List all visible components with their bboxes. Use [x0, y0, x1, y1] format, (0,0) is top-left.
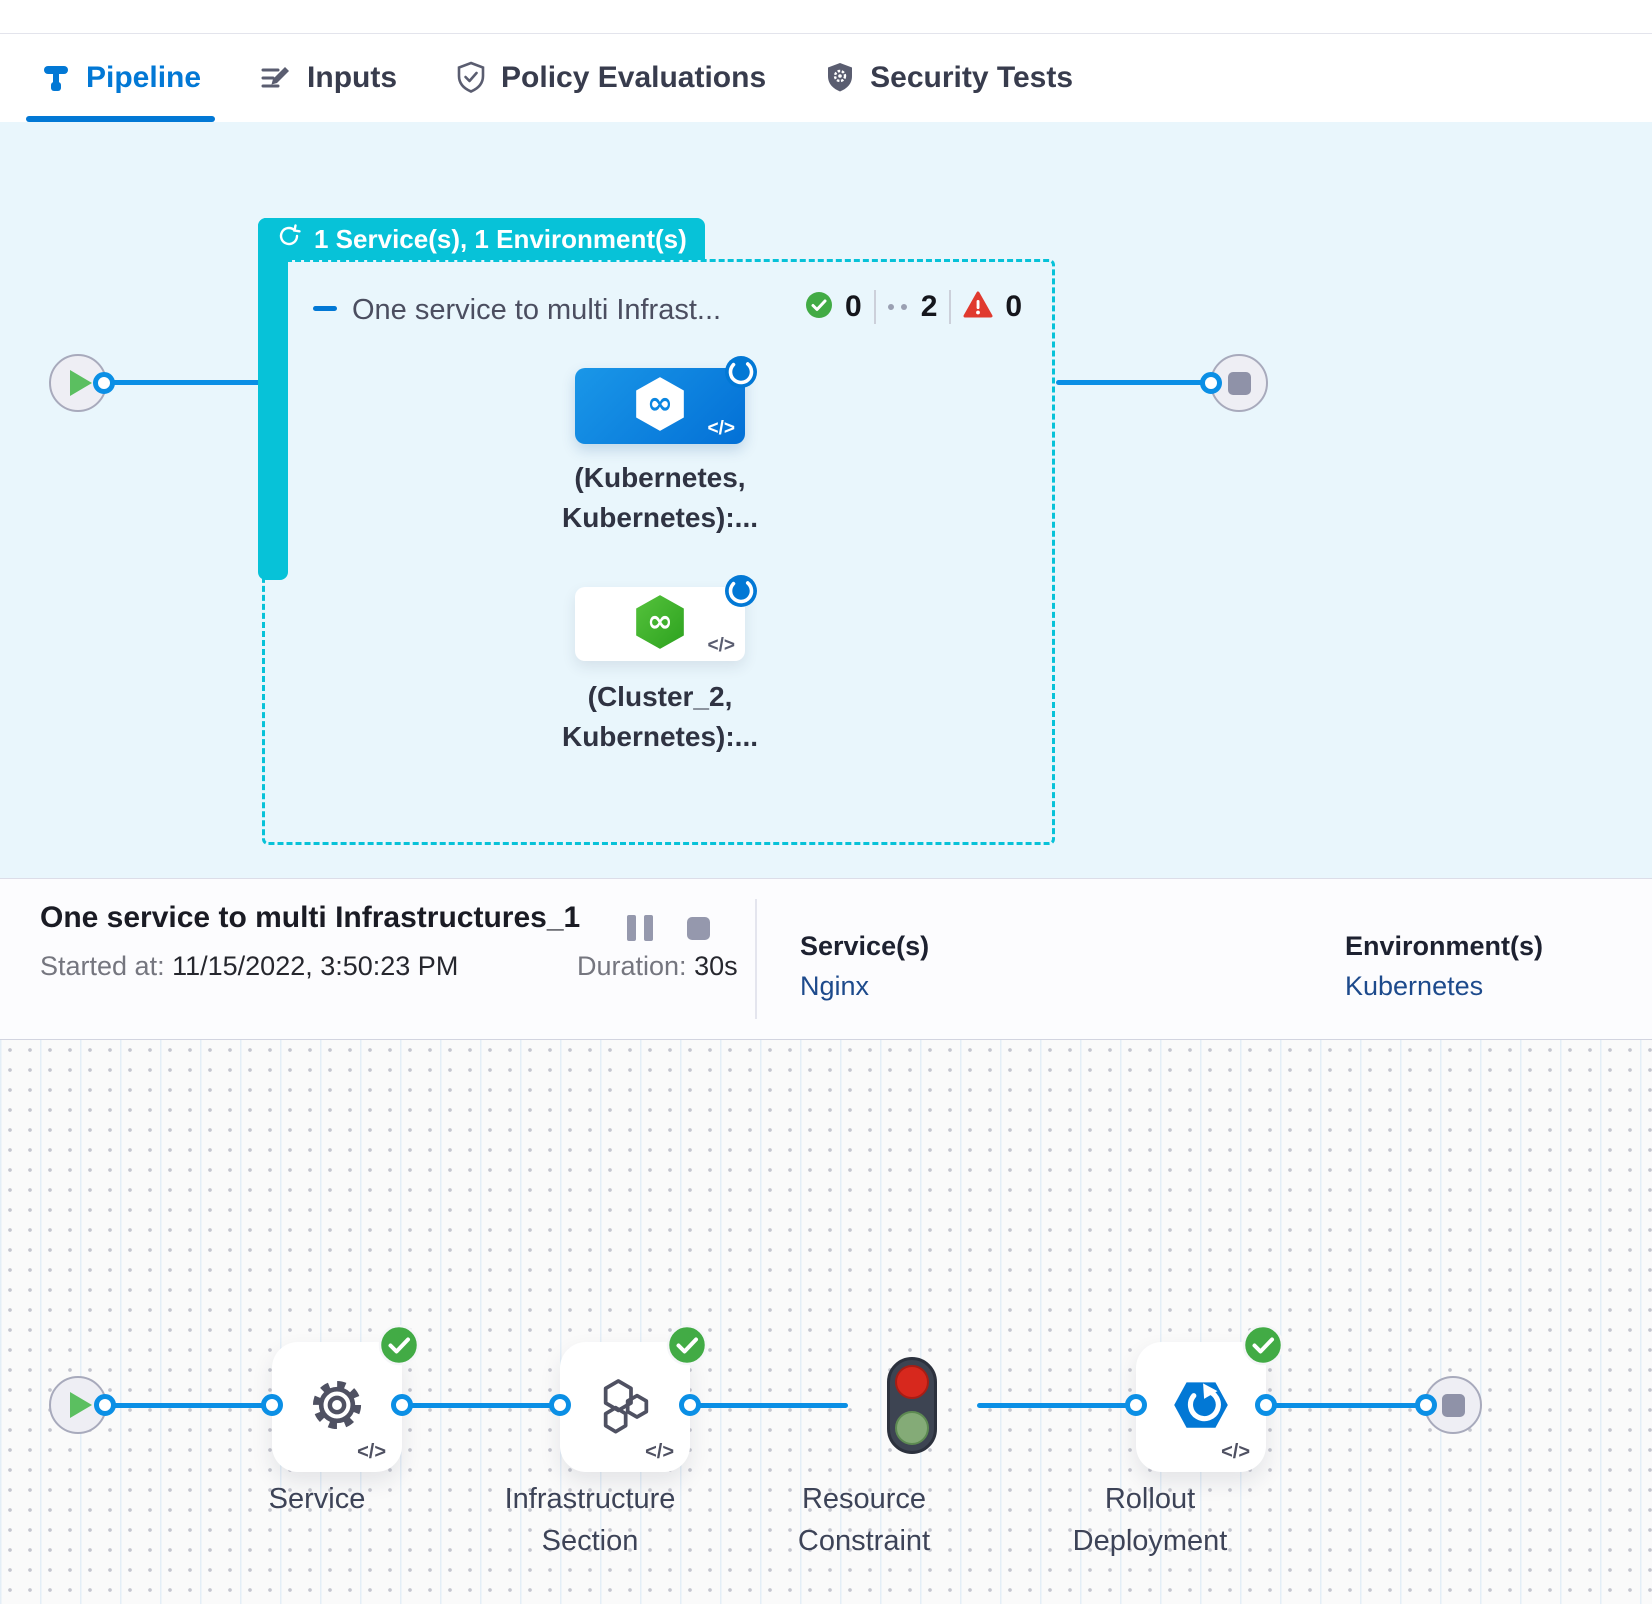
- port: [1125, 1394, 1147, 1416]
- pipeline-icon: [40, 62, 72, 94]
- step-rollout-deployment-label: Rollout Deployment: [1065, 1478, 1235, 1562]
- duration-label: Duration:: [577, 951, 687, 981]
- success-count: 0: [845, 290, 862, 324]
- code-badge: </>: [357, 1441, 386, 1464]
- code-badge: </>: [708, 418, 735, 440]
- step-service-label: Service: [217, 1478, 417, 1520]
- tab-bar: Pipeline Inputs Policy Evaluations: [0, 34, 1652, 122]
- port: [261, 1394, 283, 1416]
- stage-group-strip: [258, 218, 288, 580]
- traffic-light-red-icon: [895, 1365, 929, 1399]
- matrix-node-cluster2[interactable]: ∞ </>: [575, 587, 745, 661]
- stage-group-badge-label: 1 Service(s), 1 Environment(s): [314, 224, 687, 255]
- edge: [690, 1403, 848, 1408]
- tab-pipeline-label: Pipeline: [86, 61, 201, 95]
- stage-title[interactable]: One service to multi Infrast...: [352, 294, 721, 327]
- play-icon: [70, 370, 92, 396]
- port: [679, 1394, 701, 1416]
- success-check-icon: [1242, 1324, 1284, 1371]
- collapse-stage-icon[interactable]: [313, 306, 337, 311]
- matrix-node-kubernetes[interactable]: ∞ </>: [575, 368, 745, 444]
- tab-policy-evaluations-label: Policy Evaluations: [501, 61, 766, 95]
- start-node-port: [93, 372, 115, 394]
- started-at-value: 11/15/2022, 3:50:23 PM: [172, 951, 458, 981]
- service-link-nginx[interactable]: Nginx: [800, 971, 869, 1002]
- pause-icon: [644, 915, 653, 941]
- shield-check-icon: [455, 61, 487, 95]
- stage-status-counts: 0 2 0: [805, 290, 1022, 324]
- stage-group-badge[interactable]: 1 Service(s), 1 Environment(s): [258, 218, 705, 260]
- running-dots-icon: [888, 304, 907, 310]
- stop-button[interactable]: [687, 917, 710, 940]
- traffic-light-green-icon: [895, 1411, 929, 1445]
- started-at-label: Started at:: [40, 951, 165, 981]
- end-node-port: [1200, 372, 1222, 394]
- stage-group-box: [262, 259, 1055, 845]
- top-strip: [0, 0, 1652, 34]
- pause-button[interactable]: [627, 915, 653, 941]
- edge-start-to-stage: [108, 380, 264, 385]
- edge: [110, 1403, 272, 1408]
- stop-square-icon: [1228, 372, 1251, 395]
- duration-value: 30s: [694, 951, 738, 981]
- svg-text:∞: ∞: [647, 603, 673, 639]
- code-badge: </>: [645, 1441, 674, 1464]
- play-icon: [70, 1392, 92, 1418]
- tab-security-tests[interactable]: Security Tests: [824, 34, 1073, 122]
- success-check-icon: [805, 291, 833, 324]
- edge-stage-to-end: [1056, 380, 1206, 385]
- port: [549, 1394, 571, 1416]
- svg-text:∞: ∞: [647, 385, 673, 421]
- edge: [977, 1403, 1136, 1408]
- divider: [755, 899, 757, 1019]
- success-check-icon: [378, 1324, 420, 1371]
- step-resource-constraint[interactable]: [887, 1357, 937, 1454]
- stage-graph: 1 Service(s), 1 Environment(s) One servi…: [0, 122, 1652, 878]
- tab-inputs-label: Inputs: [307, 61, 397, 95]
- matrix-node-kubernetes-label: (Kubernetes, Kubernetes):...: [540, 458, 780, 538]
- code-badge: </>: [708, 635, 735, 657]
- shield-gear-icon: [824, 61, 856, 95]
- services-label: Service(s): [800, 931, 929, 962]
- environment-link-kubernetes[interactable]: Kubernetes: [1345, 971, 1483, 1002]
- loop-icon: [276, 223, 302, 256]
- step-canvas: </> Service </> Infrastructure Section: [0, 1040, 1652, 1604]
- stop-square-icon: [1442, 1394, 1465, 1417]
- started-at: Started at: 11/15/2022, 3:50:23 PM: [40, 951, 458, 982]
- port: [1255, 1394, 1277, 1416]
- port: [391, 1394, 413, 1416]
- port: [94, 1394, 116, 1416]
- edge: [402, 1403, 560, 1408]
- warning-triangle-icon: [963, 291, 993, 324]
- gear-icon: [304, 1372, 370, 1443]
- execution-title: One service to multi Infrastructures_1: [40, 901, 580, 935]
- matrix-node-cluster2-label: (Cluster_2, Kubernetes):...: [540, 677, 780, 757]
- environments-label: Environment(s): [1345, 931, 1543, 962]
- port: [1415, 1394, 1437, 1416]
- inputs-icon: [259, 62, 293, 94]
- tab-inputs[interactable]: Inputs: [259, 34, 397, 122]
- running-count: 2: [921, 290, 938, 324]
- rollout-hexagon-icon: [1168, 1374, 1234, 1441]
- failed-count: 0: [1005, 290, 1022, 324]
- tab-security-tests-label: Security Tests: [870, 61, 1073, 95]
- running-spinner-icon: [723, 354, 759, 395]
- tab-pipeline[interactable]: Pipeline: [40, 34, 201, 122]
- hexagons-icon: [593, 1373, 657, 1442]
- divider: [874, 290, 876, 324]
- step-infrastructure-section-label: Infrastructure Section: [470, 1478, 710, 1562]
- running-spinner-icon: [723, 573, 759, 614]
- divider: [949, 290, 951, 324]
- duration: Duration: 30s: [577, 951, 738, 982]
- success-check-icon: [666, 1324, 708, 1371]
- edge: [1266, 1403, 1426, 1408]
- code-badge: </>: [1221, 1441, 1250, 1464]
- harness-hexagon-icon: ∞: [633, 593, 687, 656]
- tab-policy-evaluations[interactable]: Policy Evaluations: [455, 34, 766, 122]
- step-resource-constraint-label: Resource Constraint: [779, 1478, 949, 1562]
- pause-icon: [627, 915, 636, 941]
- execution-info-bar: One service to multi Infrastructures_1 S…: [0, 878, 1652, 1040]
- harness-hexagon-icon: ∞: [633, 375, 687, 438]
